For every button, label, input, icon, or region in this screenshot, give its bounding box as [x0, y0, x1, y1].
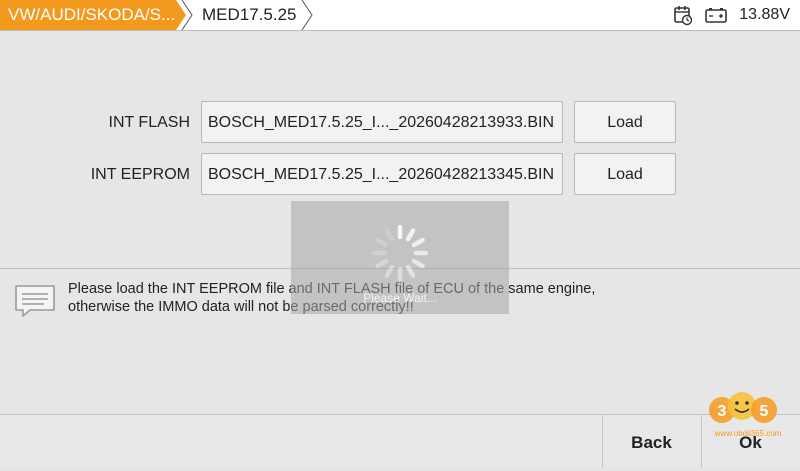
loading-overlay: Please Wait... — [291, 201, 509, 314]
calendar-clock-icon[interactable] — [673, 4, 693, 26]
int-eeprom-load-button[interactable]: Load — [574, 153, 676, 195]
breadcrumb-ecu[interactable]: MED17.5.25 — [180, 0, 312, 30]
int-flash-label: INT FLASH — [108, 114, 191, 131]
message-icon — [14, 284, 56, 323]
int-eeprom-row: INT EEPROM BOSCH_MED17.5.25_I..._2026042… — [0, 153, 800, 197]
int-flash-row: INT FLASH BOSCH_MED17.5.25_I..._20260428… — [0, 101, 800, 145]
main-panel: INT FLASH BOSCH_MED17.5.25_I..._20260428… — [0, 31, 800, 414]
int-flash-file-field[interactable]: BOSCH_MED17.5.25_I..._20260428213933.BIN — [201, 101, 563, 143]
int-eeprom-label: INT EEPROM — [90, 166, 190, 183]
top-bar: VW/AUDI/SKODA/S... MED17.5.25 13.88V — [0, 0, 800, 31]
svg-text:5: 5 — [760, 403, 769, 420]
watermark-url: www.obdii365.com — [714, 429, 782, 438]
breadcrumb-vehicle[interactable]: VW/AUDI/SKODA/S... — [0, 0, 186, 30]
please-wait-text: Please Wait... — [363, 291, 437, 305]
watermark-logo: 3 5 www.obdii365.com — [709, 392, 782, 438]
bottom-bar: Back Ok — [0, 414, 800, 468]
status-area: 13.88V — [673, 0, 790, 30]
spinner-icon — [368, 221, 432, 290]
svg-text:3: 3 — [718, 403, 727, 420]
back-button[interactable]: Back — [602, 415, 700, 468]
voltage-readout: 13.88V — [739, 6, 790, 23]
int-eeprom-file-field[interactable]: BOSCH_MED17.5.25_I..._20260428213345.BIN — [201, 153, 563, 195]
int-flash-load-button[interactable]: Load — [574, 101, 676, 143]
battery-icon — [705, 7, 728, 23]
